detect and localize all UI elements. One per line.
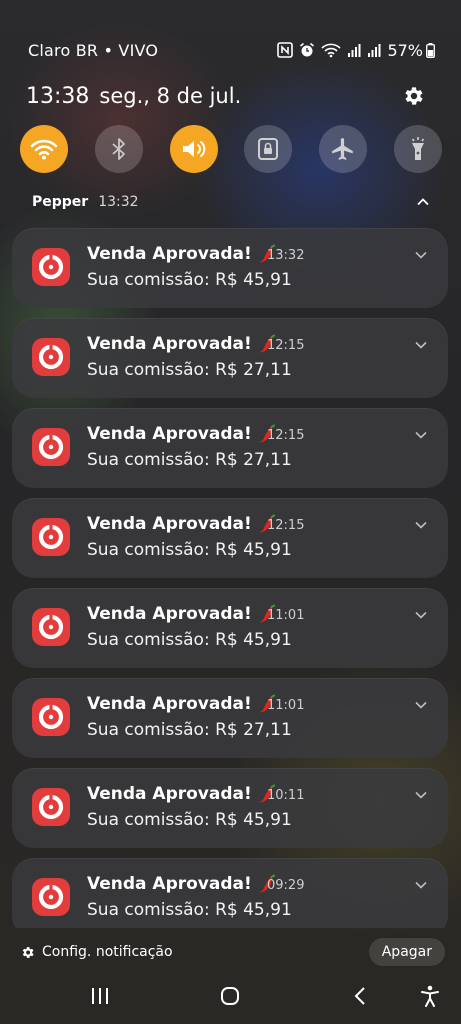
notification-body: Sua comissão: R$ 45,91 (87, 540, 292, 560)
back-icon (354, 987, 365, 1005)
chevron-down-icon[interactable] (414, 518, 428, 532)
wifi-status-icon (321, 43, 341, 58)
notification-card[interactable]: Venda Aprovada! 13:32 Sua comissão: R$ 4… (12, 228, 448, 308)
notification-time: 12:15 (267, 428, 305, 443)
notification-time: 09:29 (267, 878, 305, 893)
rotation-lock-toggle[interactable] (244, 125, 293, 173)
chevron-up-icon[interactable] (415, 194, 431, 210)
notification-time: 12:15 (267, 338, 305, 353)
flashlight-toggle[interactable] (393, 125, 442, 173)
pepper-app-icon (32, 338, 70, 376)
notification-settings-label: Config. notificação (42, 944, 173, 960)
notification-time: 10:11 (267, 788, 305, 803)
notification-time: 12:15 (267, 518, 305, 533)
carrier-label: Claro BR • VIVO (28, 40, 159, 60)
status-bar: Claro BR • VIVO 57% (28, 38, 435, 62)
home-button[interactable] (218, 984, 242, 1008)
datetime: 13:38 seg., 8 de jul. (26, 84, 241, 109)
notification-card[interactable]: Venda Aprovada! 11:01 Sua comissão: R$ 4… (12, 588, 448, 668)
notification-settings-link[interactable]: Config. notificação (20, 944, 173, 960)
pepper-app-icon (32, 248, 70, 286)
bluetooth-toggle[interactable] (94, 125, 143, 173)
settings-gear-icon[interactable] (401, 84, 425, 108)
pepper-app-icon (32, 698, 70, 736)
notification-body: Sua comissão: R$ 45,91 (87, 810, 292, 830)
chevron-down-icon[interactable] (414, 878, 428, 892)
small-gear-icon (22, 946, 34, 958)
notification-list: Venda Aprovada! 13:32 Sua comissão: R$ 4… (12, 228, 448, 928)
rotation-lock-icon (258, 138, 279, 160)
notification-body: Sua comissão: R$ 45,91 (87, 630, 292, 650)
back-button[interactable] (348, 984, 372, 1008)
notification-time: 11:01 (267, 698, 305, 713)
notification-card[interactable]: Venda Aprovada! 12:15 Sua comissão: R$ 2… (12, 318, 448, 398)
recent-apps-button[interactable] (88, 984, 112, 1008)
signal-icon-2 (368, 44, 381, 57)
pepper-app-icon (32, 878, 70, 916)
notification-body: Sua comissão: R$ 27,11 (87, 360, 292, 380)
alarm-icon (300, 42, 315, 57)
chevron-down-icon[interactable] (414, 788, 428, 802)
notification-body: Sua comissão: R$ 45,91 (87, 270, 292, 290)
group-time: 13:32 (98, 194, 139, 210)
notification-card[interactable]: Venda Aprovada! 11:01 Sua comissão: R$ 2… (12, 678, 448, 758)
recents-icon (92, 988, 108, 1004)
notification-title: Venda Aprovada! (87, 424, 276, 444)
sound-toggle[interactable] (169, 125, 218, 173)
chevron-down-icon[interactable] (414, 338, 428, 352)
bluetooth-icon (112, 138, 125, 160)
airplane-toggle[interactable] (319, 125, 368, 173)
notification-card[interactable]: Venda Aprovada! 09:29 Sua comissão: R$ 4… (12, 858, 448, 928)
notification-group-header[interactable]: Pepper 13:32 (32, 194, 431, 210)
notification-title: Venda Aprovada! (87, 244, 276, 264)
clear-all-button[interactable]: Apagar (368, 938, 445, 966)
battery-percent: 57% (387, 40, 423, 60)
notification-body: Sua comissão: R$ 27,11 (87, 450, 292, 470)
notification-card[interactable]: Venda Aprovada! 12:15 Sua comissão: R$ 2… (12, 408, 448, 488)
group-app-name: Pepper (32, 194, 89, 210)
home-icon (221, 987, 239, 1005)
pepper-app-icon (32, 608, 70, 646)
notification-title: Venda Aprovada! (87, 784, 276, 804)
navigation-bar (0, 980, 461, 1012)
notification-card[interactable]: Venda Aprovada! 10:11 Sua comissão: R$ 4… (12, 768, 448, 848)
speaker-icon (182, 141, 205, 157)
chevron-down-icon[interactable] (414, 698, 428, 712)
wifi-toggle[interactable] (20, 125, 68, 173)
notification-footer: Config. notificação Apagar (20, 938, 445, 966)
accessibility-button[interactable] (418, 984, 442, 1008)
notification-title: Venda Aprovada! (87, 604, 276, 624)
battery-icon (426, 42, 435, 58)
battery-indicator: 57% (387, 41, 435, 60)
chevron-down-icon[interactable] (414, 428, 428, 442)
notification-time: 13:32 (267, 248, 305, 263)
notification-body: Sua comissão: R$ 27,11 (87, 720, 292, 740)
pepper-app-icon (32, 428, 70, 466)
clock: 13:38 (26, 84, 90, 109)
notification-card[interactable]: Venda Aprovada! 12:15 Sua comissão: R$ 4… (12, 498, 448, 578)
notification-time: 11:01 (267, 608, 305, 623)
notification-title: Venda Aprovada! (87, 334, 276, 354)
wifi-icon (30, 139, 58, 160)
signal-icon (348, 44, 361, 57)
quick-settings (20, 125, 442, 173)
chevron-down-icon[interactable] (414, 608, 428, 622)
pepper-app-icon (32, 788, 70, 826)
notification-title: Venda Aprovada! (87, 694, 276, 714)
chevron-down-icon[interactable] (414, 248, 428, 262)
nfc-icon (277, 42, 294, 58)
notification-title: Venda Aprovada! (87, 514, 276, 534)
notification-body: Sua comissão: R$ 45,91 (87, 900, 292, 920)
flashlight-icon (411, 137, 425, 160)
date: seg., 8 de jul. (99, 84, 242, 108)
notification-title: Venda Aprovada! (87, 874, 276, 894)
accessibility-icon (421, 985, 439, 1007)
airplane-icon (332, 138, 353, 160)
pepper-app-icon (32, 518, 70, 556)
